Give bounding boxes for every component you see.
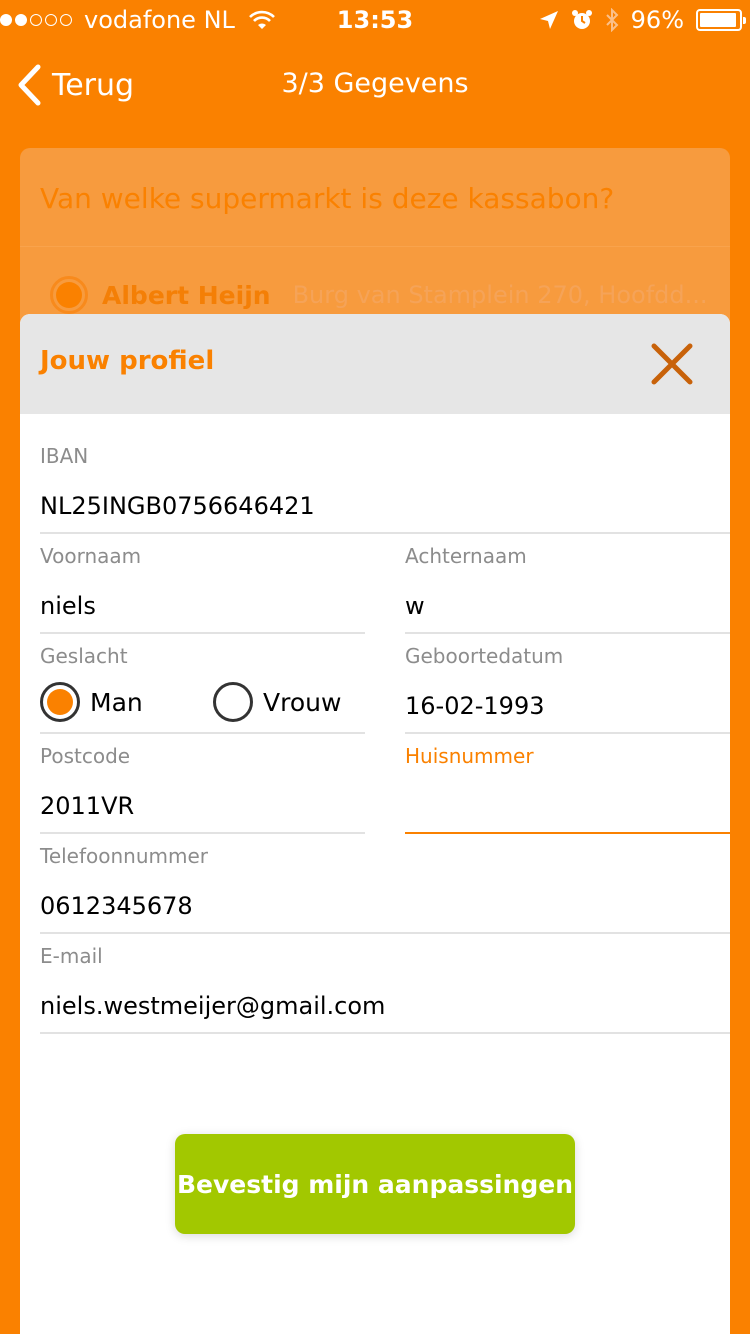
field-underline: [40, 1032, 730, 1034]
postcode-label: Postcode: [40, 744, 131, 768]
phone-field: Telefoonnummer 0612345678: [40, 844, 730, 934]
phone-input[interactable]: 0612345678: [40, 892, 730, 922]
gender-option-vrouw[interactable]: Vrouw: [213, 682, 341, 722]
email-field: E-mail niels.westmeijer@gmail.com: [40, 944, 730, 1034]
iban-label: IBAN: [40, 444, 89, 468]
bluetooth-icon: [605, 8, 619, 32]
battery-icon: [696, 9, 746, 31]
battery-percentage: 96%: [630, 6, 684, 34]
gender-option-label: Vrouw: [263, 687, 342, 717]
postcode-input[interactable]: 2011VR: [40, 792, 365, 822]
birthdate-label: Geboortedatum: [405, 644, 564, 668]
location-arrow-icon: [539, 11, 558, 29]
first-name-input[interactable]: niels: [40, 592, 365, 622]
radio-selected-icon: [50, 276, 88, 314]
battery-fill: [700, 13, 737, 27]
field-underline: [40, 632, 365, 634]
gender-label: Geslacht: [40, 644, 128, 668]
field-underline: [405, 632, 730, 634]
modal-header: Jouw profiel: [20, 314, 730, 414]
gender-field: Geslacht Man Vrouw: [40, 644, 365, 734]
birthdate-field: Geboortedatum 16-02-1993: [405, 644, 730, 734]
house-number-input[interactable]: [405, 792, 730, 822]
field-underline: [40, 732, 365, 734]
gender-radio-group: Man Vrouw: [40, 682, 365, 722]
iban-field: IBAN NL25INGB0756646421: [40, 444, 730, 534]
house-number-label: Huisnummer: [405, 744, 534, 768]
supermarket-option[interactable]: Albert Heijn Burg van Stamplein 270, Hoo…: [50, 276, 708, 314]
page-title: 3/3 Gegevens: [281, 68, 469, 99]
field-underline-focused: [405, 832, 730, 834]
status-bar: vodafone NL 13:53 96%: [0, 0, 750, 40]
first-name-label: Voornaam: [40, 544, 142, 568]
radio-selected-icon: [40, 682, 80, 722]
birthdate-input[interactable]: 16-02-1993: [405, 692, 730, 722]
postcode-field: Postcode 2011VR: [40, 744, 365, 834]
field-underline: [40, 932, 730, 934]
house-number-field: Huisnummer: [405, 744, 730, 834]
first-name-field: Voornaam niels: [40, 544, 365, 634]
email-input[interactable]: niels.westmeijer@gmail.com: [40, 992, 730, 1022]
iban-input[interactable]: NL25INGB0756646421: [40, 492, 730, 522]
close-icon[interactable]: [648, 340, 696, 388]
modal-title: Jouw profiel: [40, 346, 215, 376]
gender-option-label: Man: [90, 687, 143, 717]
field-underline: [40, 832, 365, 834]
email-label: E-mail: [40, 944, 103, 968]
phone-label: Telefoonnummer: [40, 844, 209, 868]
last-name-label: Achternaam: [405, 544, 527, 568]
gender-option-man[interactable]: Man: [40, 682, 213, 722]
store-address: Burg van Stamplein 270, Hoofdd...: [292, 281, 708, 309]
store-name: Albert Heijn: [102, 280, 271, 310]
alarm-icon: [571, 10, 592, 29]
question-text: Van welke supermarkt is deze kassabon?: [40, 182, 615, 215]
radio-unselected-icon: [213, 682, 253, 722]
field-underline: [40, 532, 730, 534]
confirm-changes-button[interactable]: Bevestig mijn aanpassingen: [175, 1134, 575, 1234]
last-name-field: Achternaam w: [405, 544, 730, 634]
field-underline: [405, 732, 730, 734]
last-name-input[interactable]: w: [405, 592, 730, 622]
profile-modal: Jouw profiel IBAN NL25INGB0756646421 Voo…: [20, 314, 730, 1334]
navigation-bar: Terug 3/3 Gegevens: [0, 50, 750, 122]
divider: [20, 246, 730, 247]
